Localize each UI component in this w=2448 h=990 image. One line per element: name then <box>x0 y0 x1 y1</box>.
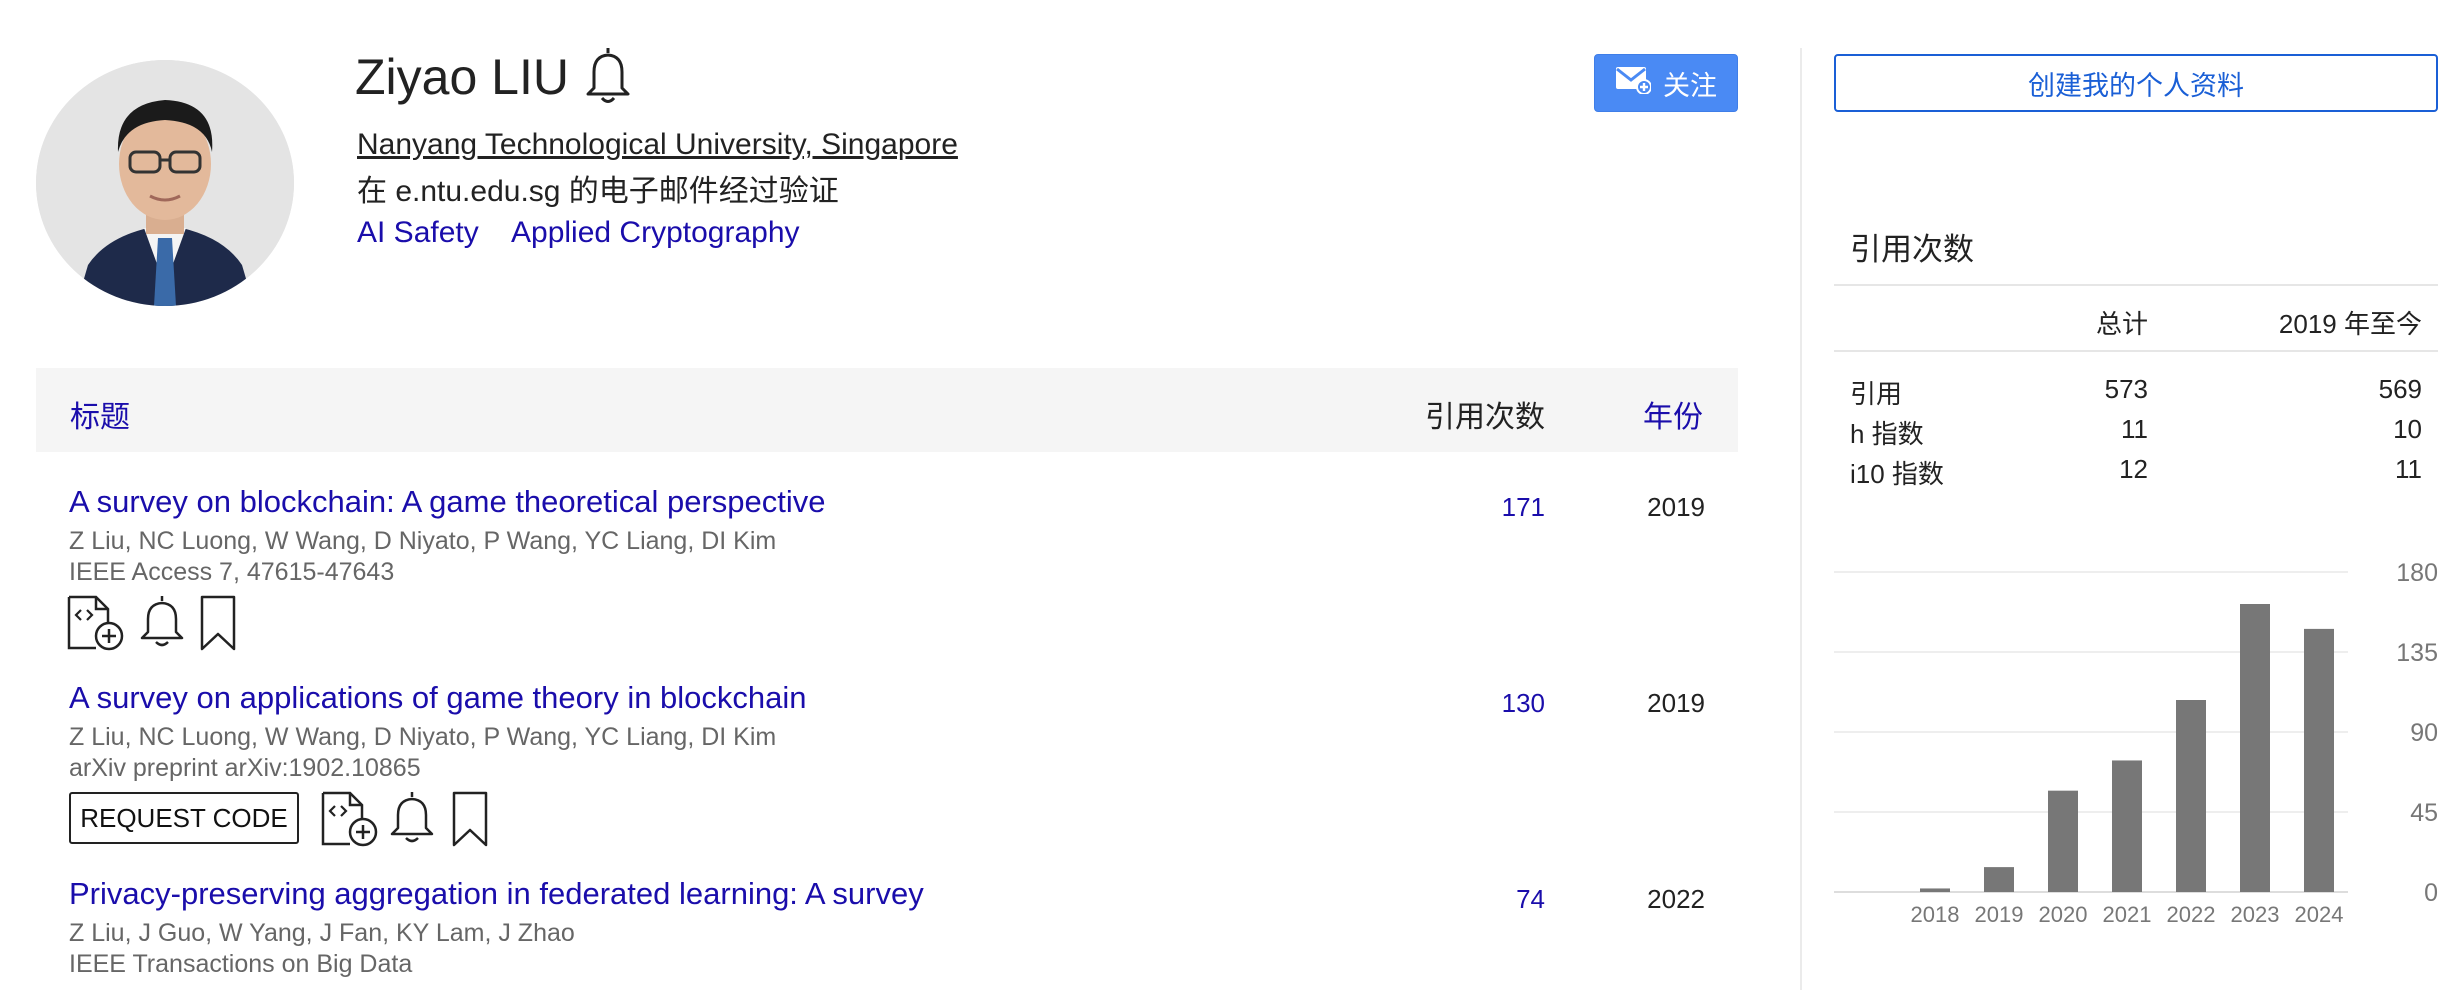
stats-row-all: 573 <box>2104 374 2148 404</box>
chart-bar-2022[interactable] <box>2176 700 2206 892</box>
stats-divider <box>1834 350 2438 352</box>
citations-per-year-chart: 0 45 90 135 180 2018 2019 2020 2021 2022 2023 2024 <box>1834 559 2444 930</box>
article-title[interactable]: A survey on blockchain: A game theoretic… <box>69 484 826 520</box>
article-authors: Z Liu, NC Luong, W Wang, D Niyato, P Wan… <box>69 527 777 555</box>
sidebar-divider <box>1800 48 1802 990</box>
mail-plus-icon <box>1615 66 1652 101</box>
chart-y-tick-label: 90 <box>2410 719 2438 747</box>
chart-bar-2019[interactable] <box>1984 867 2014 892</box>
add-code-icon[interactable] <box>66 594 126 652</box>
sort-by-title[interactable]: 标题 <box>70 392 130 436</box>
bookmark-icon[interactable] <box>194 594 254 652</box>
chart-y-tick-label: 180 <box>2396 560 2438 587</box>
stats-row-label: 引用 <box>1850 379 1903 409</box>
chart-bar-2020[interactable] <box>2048 790 2078 892</box>
stats-row-all: 12 <box>2119 454 2148 484</box>
chart-y-tick-label: 45 <box>2410 799 2438 827</box>
profile-name: Ziyao LIU <box>355 49 569 105</box>
stats-col-since: 2019 年至今 <box>2278 309 2422 339</box>
chart-bar-2018[interactable] <box>1920 888 1950 892</box>
profile-photo <box>36 60 294 306</box>
affiliation-link[interactable]: Nanyang Technological University, Singap… <box>357 128 958 162</box>
bookmark-icon[interactable] <box>446 790 506 848</box>
article-title[interactable]: Privacy-preserving aggregation in federa… <box>69 876 924 912</box>
stats-row-label: i10 指数 <box>1850 459 1944 489</box>
chart-x-tick-label: 2022 <box>2167 902 2216 927</box>
article-authors: Z Liu, J Guo, W Yang, J Fan, KY Lam, J Z… <box>69 919 575 947</box>
chart-bar-2021[interactable] <box>2112 760 2142 892</box>
chart-x-tick-label: 2020 <box>2039 902 2088 927</box>
interest-link-applied-cryptography[interactable]: Applied Cryptography <box>511 216 800 250</box>
article-venue: IEEE Transactions on Big Data <box>69 950 413 978</box>
follow-label: 关注 <box>1663 70 1717 101</box>
chart-y-tick-label: 135 <box>2396 639 2438 667</box>
interest-link-ai-safety[interactable]: AI Safety <box>357 216 479 250</box>
stats-row-label: h 指数 <box>1850 419 1924 449</box>
cited-by-title: 引用次数 <box>1850 232 1974 267</box>
chart-x-tick-label: 2024 <box>2295 902 2344 927</box>
article-venue: IEEE Access 7, 47615-47643 <box>69 558 395 586</box>
stats-row-since: 10 <box>2393 414 2422 444</box>
bell-icon[interactable] <box>132 592 192 650</box>
article-cited-by-link[interactable]: 74 <box>1445 884 1545 915</box>
verified-email: 在 e.ntu.edu.sg 的电子邮件经过验证 <box>357 175 839 208</box>
chart-x-tick-label: 2021 <box>2103 902 2152 927</box>
article-authors: Z Liu, NC Luong, W Wang, D Niyato, P Wan… <box>69 723 777 751</box>
article-year: 2022 <box>1647 884 1705 914</box>
chart-y-tick-label: 0 <box>2424 879 2438 907</box>
article-title[interactable]: A survey on applications of game theory … <box>69 680 807 716</box>
chart-bar-2024[interactable] <box>2304 628 2334 892</box>
chart-x-tick-label: 2019 <box>1975 902 2024 927</box>
create-profile-button[interactable]: 创建我的个人资料 <box>1834 54 2438 112</box>
stats-row-since: 569 <box>2378 374 2422 404</box>
article-cited-by-link[interactable]: 171 <box>1445 492 1545 523</box>
add-code-icon[interactable] <box>320 790 380 848</box>
stats-row-since: 11 <box>2395 454 2422 484</box>
follow-bell-icon[interactable] <box>582 44 634 106</box>
article-venue: arXiv preprint arXiv:1902.10865 <box>69 754 421 782</box>
follow-button[interactable]: 关注 <box>1594 54 1738 112</box>
sort-by-year[interactable]: 年份 <box>1643 392 1703 436</box>
article-year: 2019 <box>1647 688 1705 718</box>
bell-icon[interactable] <box>382 788 442 846</box>
article-action-icons-clipped <box>66 984 266 990</box>
chart-x-tick-label: 2023 <box>2231 902 2280 927</box>
chart-x-tick-label: 2018 <box>1911 902 1960 927</box>
request-code-button[interactable]: REQUEST CODE <box>69 792 299 844</box>
chart-bar-2023[interactable] <box>2240 604 2270 892</box>
citations-chart-svg: 0 45 90 135 180 2018 2019 2020 2021 2022 2023 2024 <box>1834 559 2438 927</box>
stats-col-all: 总计 <box>2095 309 2148 339</box>
article-year: 2019 <box>1647 492 1705 522</box>
stats-row-all: 11 <box>2121 414 2148 444</box>
stats-divider <box>1834 284 2438 286</box>
cited-by-header: 引用次数 <box>1425 401 1545 434</box>
article-cited-by-link[interactable]: 130 <box>1445 688 1545 719</box>
